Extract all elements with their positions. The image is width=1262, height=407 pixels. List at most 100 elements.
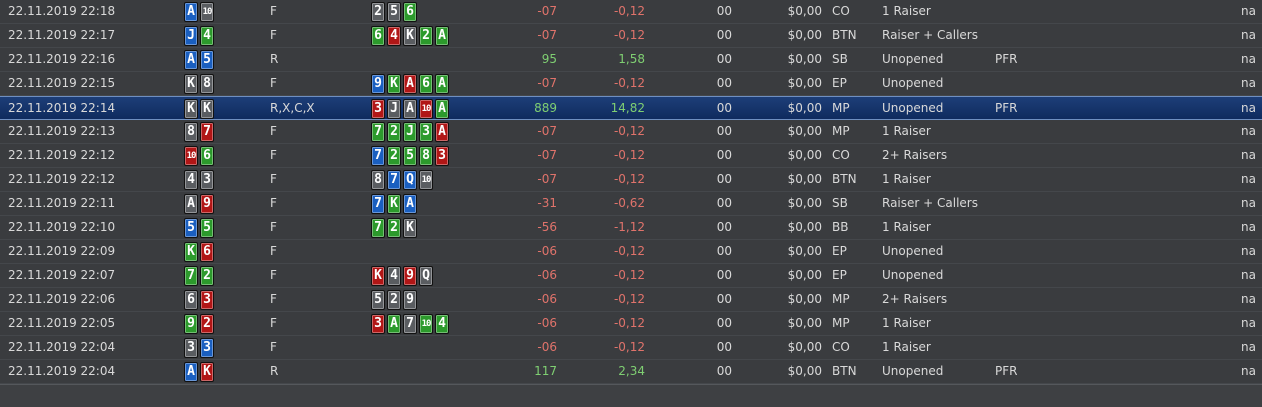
preflop-situation: 1 Raiser	[882, 220, 931, 234]
rake-amount: $0,00	[787, 4, 822, 18]
preflop-situation: 1 Raiser	[882, 340, 931, 354]
hole-cards: 33	[184, 338, 216, 358]
bb-result: 889	[534, 101, 557, 115]
money-won: -0,12	[613, 292, 645, 306]
table-row[interactable]: 22.11.2019 22:11 A 9 F 7 K A -31 -0,62 00 $0,00 SB R…	[0, 192, 1262, 216]
position: EP	[832, 244, 847, 258]
position: MP	[832, 316, 850, 330]
board-card: 2	[419, 26, 433, 46]
table-row[interactable]: 22.11.2019 22:15 K 8 F 9 K A 6 A -07 -0,12 00 $0,00 E…	[0, 72, 1262, 96]
zero-value: 00	[716, 52, 732, 66]
zero-value: 00	[716, 220, 732, 234]
hand-date: 22.11.2019 22:15	[8, 76, 116, 90]
zero-value: 00	[716, 28, 732, 42]
hole-card: J	[184, 26, 198, 46]
board-card: K	[403, 218, 417, 238]
hole-card: 4	[184, 170, 198, 190]
position: EP	[832, 268, 847, 282]
na-value: na	[1241, 76, 1256, 90]
hole-card: 6	[200, 146, 214, 166]
bb-result: -06	[537, 244, 557, 258]
board-cards: K49Q	[371, 266, 435, 286]
table-row[interactable]: 22.11.2019 22:17 J 4 F 6 4 K 2 A -07 -0,12 00 $0,00 B…	[0, 24, 1262, 48]
position: MP	[832, 292, 850, 306]
na-value: na	[1241, 292, 1256, 306]
na-value: na	[1241, 340, 1256, 354]
rake-amount: $0,00	[787, 340, 822, 354]
table-row[interactable]: 22.11.2019 22:13 8 7 F 7 2 J 3 A -07 -0,12 00 $0,00 M…	[0, 120, 1262, 144]
hole-card: 8	[200, 74, 214, 94]
board-cards: 64K2A	[371, 26, 451, 46]
bb-result: -07	[537, 4, 557, 18]
hole-card: A	[184, 2, 198, 22]
table-row-selected[interactable]: 22.11.2019 22:14 K K R,X,C,X 3 J A 10 A 889 14,82 0…	[0, 96, 1262, 120]
table-row[interactable]: 22.11.2019 22:09 K 6 F -06 -0,12 00 $0,00 EP Unop…	[0, 240, 1262, 264]
table-row[interactable]: 22.11.2019 22:12 10 6 F 7 2 5 8 3 -07 -0,12 00 $0,00…	[0, 144, 1262, 168]
table-row[interactable]: 22.11.2019 22:18 A 10 F 2 5 6 -07 -0,12 00 $0,00 CO…	[0, 0, 1262, 24]
board-card: 6	[419, 74, 433, 94]
na-value: na	[1241, 172, 1256, 186]
hole-card: 6	[200, 242, 214, 262]
hole-card: K	[200, 362, 214, 382]
hand-date: 22.11.2019 22:14	[8, 101, 116, 115]
board-cards: 72583	[371, 146, 451, 166]
board-card: 7	[371, 122, 385, 142]
table-row[interactable]: 22.11.2019 22:10 5 5 F 7 2 K -56 -1,12 00 $0,00 BB 1…	[0, 216, 1262, 240]
hole-card: 5	[200, 50, 214, 70]
hole-card: 10	[184, 146, 198, 166]
bb-result: -06	[537, 316, 557, 330]
bb-result: -06	[537, 268, 557, 282]
zero-value: 00	[716, 172, 732, 186]
preflop-situation: 1 Raiser	[882, 316, 931, 330]
hole-card: 8	[184, 122, 198, 142]
preflop-action: R	[270, 364, 279, 378]
na-value: na	[1241, 364, 1256, 378]
board-card: 2	[387, 218, 401, 238]
rake-amount: $0,00	[787, 220, 822, 234]
bb-result: -07	[537, 76, 557, 90]
hole-cards: A9	[184, 194, 216, 214]
board-card: 2	[387, 290, 401, 310]
rake-amount: $0,00	[787, 196, 822, 210]
board-card: A	[435, 74, 449, 94]
board-card: 7	[371, 146, 385, 166]
board-card: 2	[387, 146, 401, 166]
hole-card: 3	[200, 170, 214, 190]
board-card: 9	[371, 74, 385, 94]
table-row[interactable]: 22.11.2019 22:06 6 3 F 5 2 9 -06 -0,12 00 $0,00 MP 2…	[0, 288, 1262, 312]
hand-date: 22.11.2019 22:04	[8, 364, 116, 378]
hole-card: K	[184, 99, 198, 119]
rake-amount: $0,00	[787, 28, 822, 42]
board-card: J	[387, 99, 401, 119]
bb-result: -07	[537, 172, 557, 186]
na-value: na	[1241, 220, 1256, 234]
table-row[interactable]: 22.11.2019 22:07 7 2 F K 4 9 Q -06 -0,12 00 $0,00 EP…	[0, 264, 1262, 288]
position: BTN	[832, 172, 857, 186]
pfr-flag: PFR	[995, 364, 1018, 378]
table-row[interactable]: 22.11.2019 22:12 4 3 F 8 7 Q 10 -07 -0,12 00 $0,00 B…	[0, 168, 1262, 192]
preflop-action: R	[270, 52, 279, 66]
table-row[interactable]: 22.11.2019 22:04 3 3 F -06 -0,12 00 $0,00 CO 1 Ra…	[0, 336, 1262, 360]
table-row[interactable]: 22.11.2019 22:04 A K R 117 2,34 00 $0,00 BTN Unop…	[0, 360, 1262, 384]
position: MP	[832, 101, 850, 115]
preflop-action: F	[270, 220, 277, 234]
board-card: 3	[371, 314, 385, 334]
na-value: na	[1241, 101, 1256, 115]
table-row[interactable]: 22.11.2019 22:05 9 2 F 3 A 7 10 4 -06 -0,12 00 $0,00…	[0, 312, 1262, 336]
board-card: 8	[419, 146, 433, 166]
board-card: 10	[419, 170, 433, 190]
hole-cards: 72	[184, 266, 216, 286]
bb-result: -06	[537, 292, 557, 306]
na-value: na	[1241, 4, 1256, 18]
rake-amount: $0,00	[787, 244, 822, 258]
board-card: A	[435, 122, 449, 142]
preflop-action: F	[270, 268, 277, 282]
preflop-action: F	[270, 124, 277, 138]
table-row[interactable]: 22.11.2019 22:16 A 5 R 95 1,58 00 $0,00 SB Unopen…	[0, 48, 1262, 72]
preflop-action: F	[270, 196, 277, 210]
board-card: 4	[435, 314, 449, 334]
board-card: 5	[371, 290, 385, 310]
board-card: A	[387, 314, 401, 334]
preflop-situation: Raiser + Callers	[882, 196, 978, 210]
pfr-flag: PFR	[995, 101, 1018, 115]
